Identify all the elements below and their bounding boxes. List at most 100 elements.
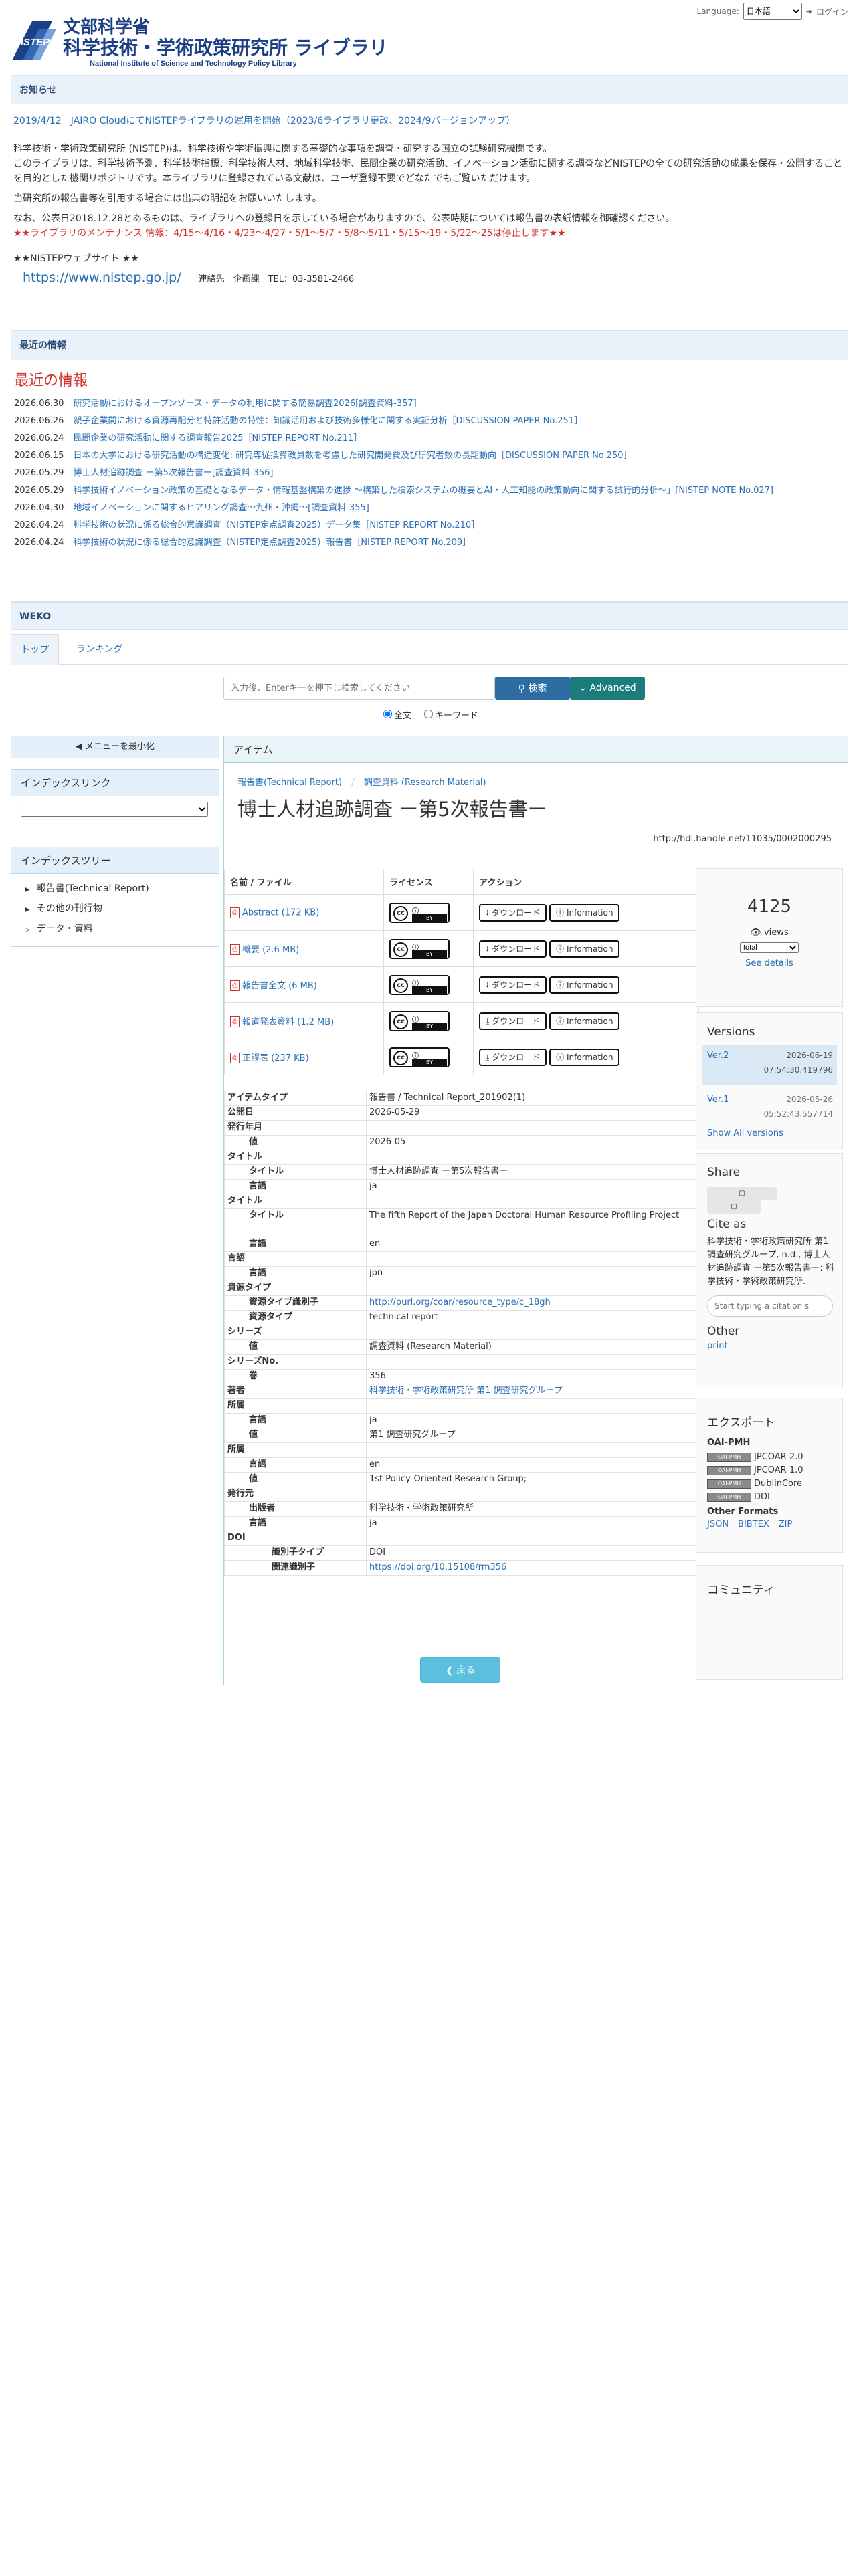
metadata-key: 言語: [224, 1266, 367, 1281]
metadata-row: アイテムタイプ 報告書 / Technical Report_201902(1): [224, 1091, 696, 1106]
tree-expand-icon[interactable]: ▶: [25, 906, 30, 914]
advanced-search-button[interactable]: ⌄ Advanced: [570, 677, 645, 700]
news-link[interactable]: 科学技術の状況に係る総合的意識調査（NISTEP定点調査2025）報告書［NIS…: [73, 538, 471, 548]
export-bibtex-link[interactable]: BIBTEX: [738, 1519, 769, 1529]
file-link[interactable]: 正誤表 (237 KB): [242, 1053, 309, 1063]
website-label: ★★NISTEPウェブサイト ★★: [13, 253, 139, 264]
cc-by-license-icon[interactable]: cc ⓘ BY: [389, 1047, 450, 1067]
cc-by-license-icon[interactable]: cc ⓘ BY: [389, 1010, 450, 1031]
information-button[interactable]: ⓘ Information: [549, 903, 620, 922]
news-link[interactable]: 博士人材追跡調査 ー第5次報告書ー[調査資料-356]: [73, 468, 273, 478]
export-format-item[interactable]: OAI-PMH DDI: [707, 1491, 842, 1504]
metadata-key: 言語: [224, 1457, 367, 1473]
news-link[interactable]: 科学技術イノベーション政策の基礎となるデータ・情報基盤構築の進捗 ～構築した検索…: [73, 486, 773, 496]
metadata-row: 関連識別子 https://doi.org/10.15108/rm356: [224, 1560, 696, 1576]
radio-keyword[interactable]: キーワード: [421, 708, 478, 721]
action-cell: ⤓ ダウンロード ⓘ Information: [473, 930, 699, 967]
tab-top[interactable]: トップ: [11, 634, 59, 665]
export-json-link[interactable]: JSON: [707, 1519, 729, 1529]
cc-by-license-icon[interactable]: cc ⓘ BY: [389, 902, 450, 923]
information-button[interactable]: ⓘ Information: [549, 1048, 620, 1066]
tree-item-other-publications[interactable]: ▶ その他の刊行物: [25, 899, 219, 920]
file-link[interactable]: 概要 (2.6 MB): [242, 945, 299, 955]
metadata-value[interactable]: http://purl.org/coar/resource_type/c_18g…: [366, 1295, 696, 1311]
search-input[interactable]: [223, 677, 495, 700]
cc-by-license-icon[interactable]: cc ⓘ BY: [389, 974, 450, 995]
download-icon: ⤓: [486, 944, 490, 954]
download-button[interactable]: ⤓ ダウンロード: [479, 1012, 547, 1030]
news-link[interactable]: 研究活動におけるオープンソース・データの利用に関する簡易調査2026[調査資料-…: [73, 399, 416, 409]
pdf-file-icon: ⎙: [230, 1016, 240, 1028]
download-button[interactable]: ⤓ ダウンロード: [479, 976, 547, 994]
file-link[interactable]: 報道発表資料 (1.2 MB): [242, 1017, 334, 1027]
see-details-link[interactable]: See details: [696, 958, 842, 968]
sidebar-collapse[interactable]: ◀ メニューを最小化: [11, 736, 219, 758]
login-link[interactable]: ログイン: [816, 6, 848, 17]
file-table: 名前 / ファイル ライセンス アクション ⎙ Abstract (172 KB)…: [224, 869, 699, 1075]
views-period-select[interactable]: total: [740, 942, 799, 953]
metadata-value: [366, 1442, 696, 1458]
information-button[interactable]: ⓘ Information: [549, 940, 620, 958]
download-button[interactable]: ⤓ ダウンロード: [479, 1048, 547, 1066]
tab-ranking[interactable]: ランキング: [67, 634, 132, 665]
export-zip-link[interactable]: ZIP: [779, 1519, 793, 1529]
news-link[interactable]: 地域イノベーションに関するヒアリング調査～九州・沖縄～[調査資料-355]: [73, 503, 369, 513]
versions-box: Versions Ver.2 2026-06-19 07:54:30.41979…: [696, 1012, 843, 1150]
news-link[interactable]: 科学技術の状況に係る総合的意識調査（NISTEP定点調査2025）データ集［NI…: [73, 520, 480, 530]
metadata-key: 言語: [224, 1516, 367, 1531]
download-button[interactable]: ⤓ ダウンロード: [479, 940, 547, 958]
tree-expand-icon[interactable]: ▶: [25, 886, 30, 893]
export-format-item[interactable]: OAI-PMH DublinCore: [707, 1477, 842, 1491]
search-button[interactable]: ⚲ 検索: [495, 677, 570, 700]
export-format-item[interactable]: OAI-PMH JPCOAR 1.0: [707, 1464, 842, 1477]
metadata-key: 資源タイプ: [224, 1281, 367, 1296]
version-row-2[interactable]: Ver.2 2026-06-19 07:54:30.419796: [702, 1045, 837, 1085]
download-icon: ⤓: [486, 1016, 490, 1026]
information-button[interactable]: ⓘ Information: [549, 976, 620, 994]
back-button[interactable]: ❮ 戻る: [420, 1657, 500, 1683]
file-link[interactable]: Abstract (172 KB): [242, 907, 319, 918]
login-icon[interactable]: ➜: [806, 7, 812, 16]
export-format-item[interactable]: OAI-PMH JPCOAR 2.0: [707, 1451, 842, 1464]
metadata-value[interactable]: https://doi.org/10.15108/rm356: [366, 1560, 696, 1576]
show-all-versions-link[interactable]: Show All versions: [696, 1128, 842, 1138]
citation-style-input[interactable]: [707, 1295, 833, 1317]
metadata-table: アイテムタイプ 報告書 / Technical Report_201902(1) 公…: [224, 1091, 696, 1576]
language-select[interactable]: 日本語: [743, 3, 802, 20]
news-link[interactable]: 親子企業間における資源再配分と特許活動の特性：知識活用および技術多様化に関する実…: [73, 416, 583, 426]
share-buttons: ▢ ▢: [707, 1187, 777, 1214]
other-formats-label: Other Formats: [707, 1507, 779, 1517]
radio-fulltext[interactable]: 全文: [380, 708, 411, 721]
news-link[interactable]: 日本の大学における研究活動の構造変化: 研究専従換算教員数を考慮した研究開発費及…: [73, 451, 632, 461]
tree-item-data[interactable]: ▷ データ・資料: [25, 920, 219, 940]
share-button-1[interactable]: ▢: [707, 1187, 777, 1200]
metadata-key: 公開日: [224, 1105, 367, 1121]
metadata-value[interactable]: 科学技術・学術政策研究所 第1 調査研究グループ: [366, 1384, 696, 1399]
index-link-select[interactable]: [21, 802, 208, 817]
share-button-2[interactable]: ▢: [707, 1200, 761, 1214]
news-link[interactable]: 民間企業の研究活動に関する調査報告2025［NISTEP REPORT No.2…: [73, 433, 362, 443]
breadcrumb-research-material[interactable]: 調査資料 (Research Material): [364, 778, 486, 788]
cc-by-license-icon[interactable]: cc ⓘ BY: [389, 938, 450, 959]
metadata-row: DOI: [224, 1531, 696, 1546]
download-button[interactable]: ⤓ ダウンロード: [479, 903, 547, 922]
metadata-key: DOI: [224, 1531, 367, 1546]
file-name-cell: ⎙ 報道発表資料 (1.2 MB): [224, 1002, 384, 1039]
metadata-value: ja: [366, 1516, 696, 1531]
oai-pmh-badge-icon: OAI-PMH: [707, 1465, 751, 1475]
information-button[interactable]: ⓘ Information: [549, 1012, 620, 1030]
file-link[interactable]: 報告書全文 (6 MB): [242, 981, 317, 991]
language-label: Language:: [696, 7, 739, 16]
oai-pmh-badge-icon: OAI-PMH: [707, 1492, 751, 1502]
breadcrumb-technical-report[interactable]: 報告書(Technical Report): [237, 778, 342, 788]
print-link[interactable]: print: [696, 1338, 842, 1351]
nistep-website-link[interactable]: https://www.nistep.go.jp/: [23, 270, 181, 285]
site-logo[interactable]: NISTEP 文部科学省 科学技術・学術政策研究所 ライブラリ National…: [9, 16, 388, 68]
metadata-row: 出版者 科学技術・学術政策研究所: [224, 1501, 696, 1517]
breadcrumb: 報告書(Technical Report) / 調査資料 (Research M…: [237, 778, 486, 788]
notice-update-link[interactable]: 2019/4/12 JAIRO CloudにてNISTEPライブラリの運用を開始…: [13, 114, 846, 128]
metadata-row: 識別子タイプ DOI: [224, 1545, 696, 1561]
contact-info: 連絡先 企画課 TEL：03-3581-2466: [198, 274, 355, 284]
tree-item-technical-report[interactable]: ▶ 報告書(Technical Report): [25, 879, 219, 899]
version-row-1[interactable]: Ver.1 2026-05-26 05:52:43.557714: [702, 1091, 837, 1124]
